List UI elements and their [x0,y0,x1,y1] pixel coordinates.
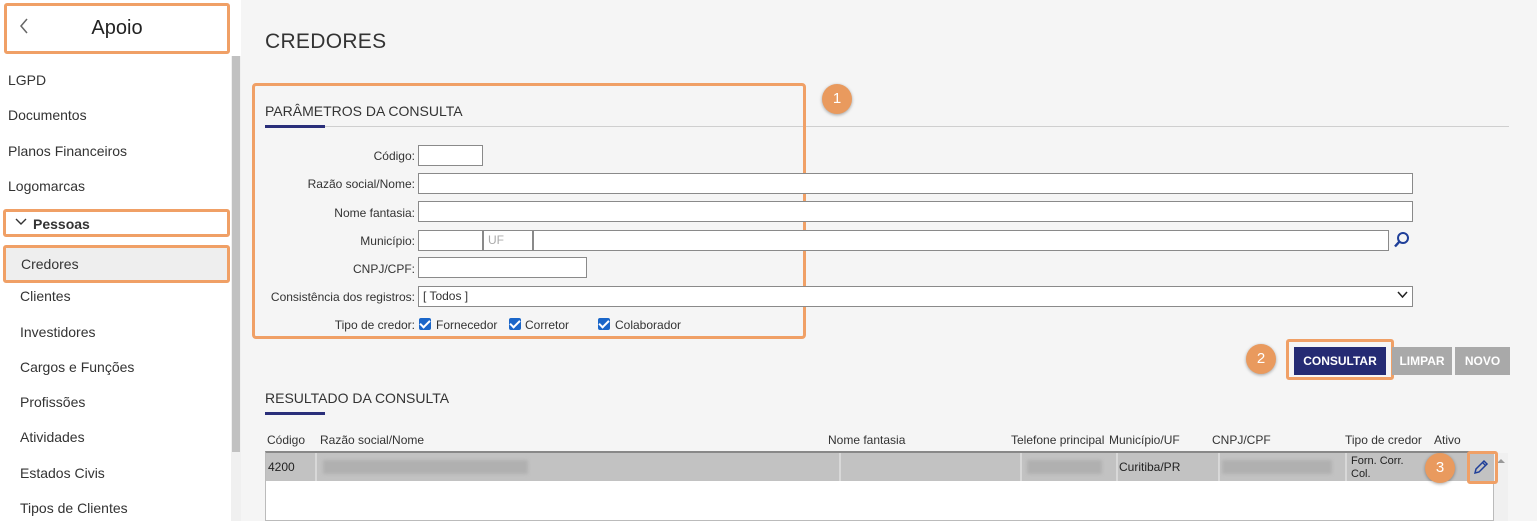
sidebar-item-investidores[interactable]: Investidores [20,324,95,340]
consistencia-selected-value: [ Todos ] [423,289,469,303]
sidebar: Apoio LGPD Documentos Planos Financeiros… [0,0,241,521]
chevron-down-icon [14,214,28,231]
checkbox-fornecedor-label: Fornecedor [436,318,498,332]
tipo-credor-label: Tipo de credor: [334,318,415,332]
col-header-codigo[interactable]: Código [267,433,305,447]
cell-cnpj-redacted [1222,460,1332,474]
cell-separator [1345,453,1347,481]
edit-pencil-icon[interactable] [1471,457,1491,477]
sidebar-item-clientes[interactable]: Clientes [20,288,71,304]
sidebar-group-label: Pessoas [33,216,90,232]
cell-tipo-line2: Col. [1351,468,1371,480]
cnpj-input[interactable] [418,257,587,278]
col-header-ativo[interactable]: Ativo [1434,433,1461,447]
chevron-down-icon [1397,289,1408,303]
results-section-title: RESULTADO DA CONSULTA [265,390,450,406]
sidebar-item-lgpd[interactable]: LGPD [8,72,46,88]
cell-tipo-line1: Forn. Corr. [1351,455,1404,467]
sidebar-item-label: Credores [21,256,79,272]
checkbox-corretor-label: Corretor [525,318,570,332]
cell-razao-redacted [323,460,528,474]
codigo-input[interactable] [418,145,483,166]
sidebar-item-atividades[interactable]: Atividades [20,429,85,445]
col-header-razao[interactable]: Razão social/Nome [320,433,424,447]
consultar-button[interactable]: CONSULTAR [1294,347,1386,375]
checkbox-corretor[interactable] [509,318,521,330]
cnpj-label: CNPJ/CPF: [352,262,415,276]
cell-municipio: Curitiba/PR [1119,460,1181,474]
cell-codigo: 4200 [268,460,295,474]
sidebar-item-logomarcas[interactable]: Logomarcas [8,178,85,194]
consistencia-select[interactable]: [ Todos ] [418,286,1413,307]
uf-input[interactable]: UF [483,230,533,251]
step-badge-2: 2 [1246,344,1276,374]
col-header-cnpj[interactable]: CNPJ/CPF [1212,433,1271,447]
col-header-tipo[interactable]: Tipo de credor [1345,433,1422,447]
sidebar-title: Apoio [91,17,143,39]
page-title: CREDORES [265,30,387,53]
step-badge-3: 3 [1425,453,1455,483]
municipio-name-input[interactable] [533,230,1389,251]
consistencia-label: Consistência dos registros: [270,290,415,304]
fantasia-input[interactable] [418,201,1413,222]
municipio-label: Município: [360,234,415,248]
col-header-telefone[interactable]: Telefone principal [1011,433,1104,447]
sidebar-item-profissoes[interactable]: Profissões [20,394,85,410]
sidebar-item-credores[interactable]: Credores [3,245,230,283]
col-header-municipio[interactable]: Município/UF [1109,433,1180,447]
cell-separator [1218,453,1220,481]
sidebar-group-pessoas[interactable]: Pessoas [3,209,230,237]
cell-telefone-redacted [1027,460,1102,474]
sidebar-item-planos-financeiros[interactable]: Planos Financeiros [8,143,127,159]
municipio-code-input[interactable] [418,230,483,251]
sidebar-scrollbar-thumb[interactable] [232,56,240,452]
sidebar-item-documentos[interactable]: Documentos [8,107,87,123]
sidebar-item-tipos-clientes[interactable]: Tipos de Clientes [20,500,128,516]
checkbox-fornecedor[interactable] [419,318,431,330]
col-header-fantasia[interactable]: Nome fantasia [828,433,905,447]
checkbox-colaborador[interactable] [598,318,610,330]
razao-label: Razão social/Nome: [307,177,415,191]
cell-separator [1116,453,1118,481]
sidebar-item-estados-civis[interactable]: Estados Civis [20,465,105,481]
fantasia-label: Nome fantasia: [334,206,415,220]
novo-button[interactable]: NOVO [1455,347,1510,375]
cell-separator [1020,453,1022,481]
limpar-button[interactable]: LIMPAR [1392,347,1452,375]
sidebar-item-cargos-funcoes[interactable]: Cargos e Funções [20,359,134,375]
cell-separator [315,453,317,481]
cell-separator [839,453,841,481]
search-icon[interactable] [1391,230,1413,250]
results-accent [265,412,325,415]
sidebar-header: Apoio [4,3,230,54]
checkbox-colaborador-label: Colaborador [615,318,682,332]
razao-input[interactable] [418,173,1413,194]
codigo-label: Código: [373,149,415,163]
step-badge-1: 1 [822,84,852,114]
